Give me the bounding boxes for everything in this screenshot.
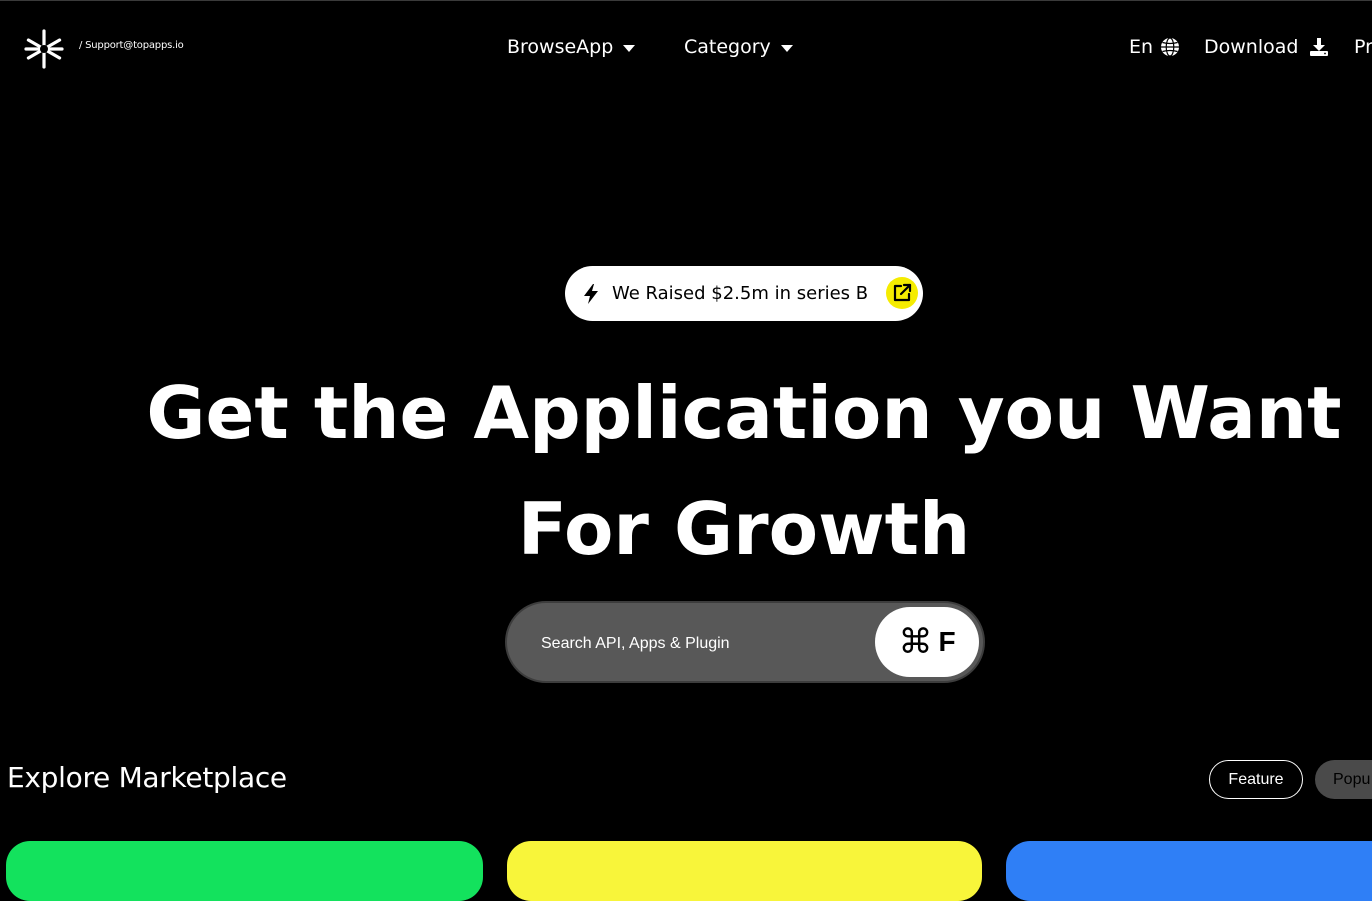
search-input[interactable]	[539, 629, 863, 659]
search-bar: ⌘ F	[505, 601, 985, 683]
hero-title-line-2: For Growth	[517, 487, 971, 571]
app-card[interactable]	[507, 841, 982, 901]
lightning-icon	[581, 283, 601, 305]
nav-browse-app[interactable]: BrowseApp	[507, 34, 636, 60]
chevron-down-icon	[780, 44, 793, 52]
nav-category-label: Category	[684, 36, 771, 58]
language-label: En	[1129, 36, 1154, 58]
nav-truncated-label: Pr	[1354, 36, 1372, 58]
section-title: Explore Marketplace	[7, 761, 287, 794]
nav-download[interactable]: Download	[1204, 34, 1329, 60]
announcement-badge[interactable]: We Raised $2.5m in series B	[565, 266, 923, 321]
nav-item-truncated[interactable]: Pr	[1354, 34, 1372, 60]
external-link-icon	[892, 283, 912, 303]
search-shortcut-button[interactable]: ⌘ F	[875, 607, 979, 677]
globe-icon	[1160, 37, 1180, 57]
announcement-text: We Raised $2.5m in series B	[612, 283, 869, 304]
window-top-border	[0, 0, 1372, 1]
hero-title: Get the Application you Want For Growth	[0, 355, 1372, 587]
filter-feature-button[interactable]: Feature	[1209, 760, 1303, 799]
app-card[interactable]	[1006, 841, 1372, 901]
external-link-button[interactable]	[886, 277, 918, 309]
support-email[interactable]: / Support@topapps.io	[79, 40, 184, 51]
command-key-icon: ⌘	[898, 622, 933, 662]
nav-category[interactable]: Category	[684, 34, 793, 60]
hero-title-line-1: Get the Application you Want	[146, 371, 1342, 455]
filter-popular-button[interactable]: Popu	[1315, 760, 1372, 799]
download-icon	[1309, 37, 1329, 57]
shortcut-key-label: F	[938, 626, 956, 657]
language-selector[interactable]: En	[1129, 34, 1180, 60]
nav-browse-label: BrowseApp	[507, 36, 614, 58]
asterisk-logo-icon[interactable]	[24, 29, 64, 69]
chevron-down-icon	[623, 44, 636, 52]
app-card[interactable]	[6, 841, 483, 901]
download-label: Download	[1204, 36, 1299, 58]
